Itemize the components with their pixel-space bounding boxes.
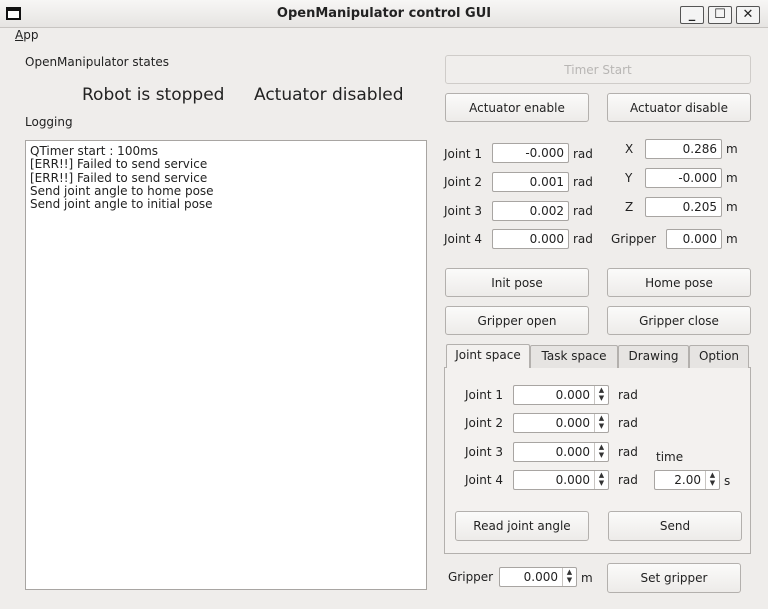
read-joint-angle-button[interactable]: Read joint angle	[455, 511, 589, 541]
minimize-button[interactable]: _	[680, 6, 704, 24]
joint3-field[interactable]: 0.002	[492, 201, 569, 221]
joint3-label: Joint 3	[444, 204, 482, 218]
logging-heading: Logging	[25, 115, 73, 129]
gripper-readout-label: Gripper	[611, 232, 657, 246]
log-line: Send joint angle to home pose	[30, 183, 214, 198]
time-spinbox[interactable]: 2.00 ▲ ▼	[654, 470, 720, 490]
home-pose-button[interactable]: Home pose	[607, 268, 751, 297]
set-gripper-button[interactable]: Set gripper	[607, 563, 741, 593]
js-joint2-unit: rad	[618, 416, 638, 430]
x-field[interactable]: 0.286	[645, 139, 722, 159]
menu-app[interactable]: App	[15, 28, 38, 42]
title-bar: OpenManipulator control GUI	[0, 0, 768, 28]
time-label: time	[656, 450, 684, 464]
window-title: OpenManipulator control GUI	[276, 6, 492, 21]
log-line: [ERR!!] Failed to send service	[30, 170, 208, 185]
menu-app-label: pp	[23, 28, 39, 42]
js-joint3-unit: rad	[618, 445, 638, 459]
actuator-status: Actuator disabled	[254, 85, 404, 105]
js-joint1-label: Joint 1	[465, 388, 503, 402]
joint1-label: Joint 1	[444, 147, 482, 161]
timer-start-button[interactable]: Timer Start	[445, 55, 751, 84]
init-pose-button[interactable]: Init pose	[445, 268, 589, 297]
js-joint1-unit: rad	[618, 388, 638, 402]
actuator-disable-button[interactable]: Actuator disable	[607, 93, 751, 122]
log-textbox[interactable]: QTimer start : 100ms [ERR!!] Failed to s…	[25, 140, 427, 590]
joint4-label: Joint 4	[444, 232, 482, 246]
js-joint4-unit: rad	[618, 473, 638, 487]
js-joint3-spinbox[interactable]: 0.000 ▲ ▼	[513, 442, 609, 462]
spin-arrows-icon[interactable]: ▲ ▼	[594, 386, 608, 404]
spin-arrows-icon[interactable]: ▲ ▼	[705, 471, 719, 489]
joint4-field[interactable]: 0.000	[492, 229, 569, 249]
log-line: [ERR!!] Failed to send service	[30, 157, 208, 172]
tab-option[interactable]: Option	[689, 345, 749, 368]
log-line: Send joint angle to initial pose	[30, 197, 213, 212]
gripper-set-spinbox[interactable]: 0.000 ▲ ▼	[499, 567, 577, 587]
joint2-unit: rad	[573, 175, 593, 189]
js-joint1-spinbox[interactable]: 0.000 ▲ ▼	[513, 385, 609, 405]
gripper-set-value: 0.000	[523, 570, 558, 584]
z-field[interactable]: 0.205	[645, 197, 722, 217]
gripper-open-button[interactable]: Gripper open	[445, 306, 589, 335]
js-joint3-label: Joint 3	[465, 445, 503, 459]
y-unit: m	[726, 171, 738, 185]
window-icon[interactable]	[6, 7, 21, 20]
joint2-label: Joint 2	[444, 175, 482, 189]
gripper-set-label: Gripper	[448, 570, 494, 584]
gripper-set-unit: m	[581, 571, 593, 585]
robot-status: Robot is stopped	[82, 85, 225, 105]
js-joint2-label: Joint 2	[465, 416, 503, 430]
joint2-field[interactable]: 0.001	[492, 172, 569, 192]
gripper-close-button[interactable]: Gripper close	[607, 306, 751, 335]
z-label: Z	[625, 200, 634, 214]
joint1-unit: rad	[573, 147, 593, 161]
spin-arrows-icon[interactable]: ▲ ▼	[594, 414, 608, 432]
y-field[interactable]: -0.000	[645, 168, 722, 188]
js-joint2-spinbox[interactable]: 0.000 ▲ ▼	[513, 413, 609, 433]
actuator-enable-button[interactable]: Actuator enable	[445, 93, 589, 122]
time-unit: s	[724, 474, 731, 488]
js-joint4-value: 0.000	[555, 473, 590, 487]
z-unit: m	[726, 200, 738, 214]
log-line: QTimer start : 100ms	[30, 144, 159, 158]
joint3-unit: rad	[573, 204, 593, 218]
menu-bar: App	[0, 28, 768, 45]
tab-joint-space[interactable]: Joint space	[446, 344, 530, 368]
y-label: Y	[625, 171, 633, 185]
states-heading: OpenManipulator states	[25, 55, 170, 69]
js-joint4-spinbox[interactable]: 0.000 ▲ ▼	[513, 470, 609, 490]
close-button[interactable]: ✕	[736, 6, 760, 24]
x-label: X	[625, 142, 634, 156]
send-button[interactable]: Send	[608, 511, 742, 541]
tab-drawing[interactable]: Drawing	[618, 345, 689, 368]
joint4-unit: rad	[573, 232, 593, 246]
gripper-readout-field[interactable]: 0.000	[666, 229, 722, 249]
maximize-button[interactable]: ☐	[708, 6, 732, 24]
js-joint2-value: 0.000	[555, 416, 590, 430]
tab-task-space[interactable]: Task space	[530, 345, 618, 368]
js-joint1-value: 0.000	[555, 388, 590, 402]
joint1-field[interactable]: -0.000	[492, 143, 569, 163]
js-joint3-value: 0.000	[555, 445, 590, 459]
spin-arrows-icon[interactable]: ▲ ▼	[562, 568, 576, 586]
menu-app-mnemonic: A	[15, 28, 24, 42]
gripper-readout-unit: m	[726, 232, 738, 246]
spin-arrows-icon[interactable]: ▲ ▼	[594, 471, 608, 489]
js-joint4-label: Joint 4	[465, 473, 503, 487]
time-value: 2.00	[674, 473, 701, 487]
spin-arrows-icon[interactable]: ▲ ▼	[594, 443, 608, 461]
x-unit: m	[726, 142, 738, 156]
